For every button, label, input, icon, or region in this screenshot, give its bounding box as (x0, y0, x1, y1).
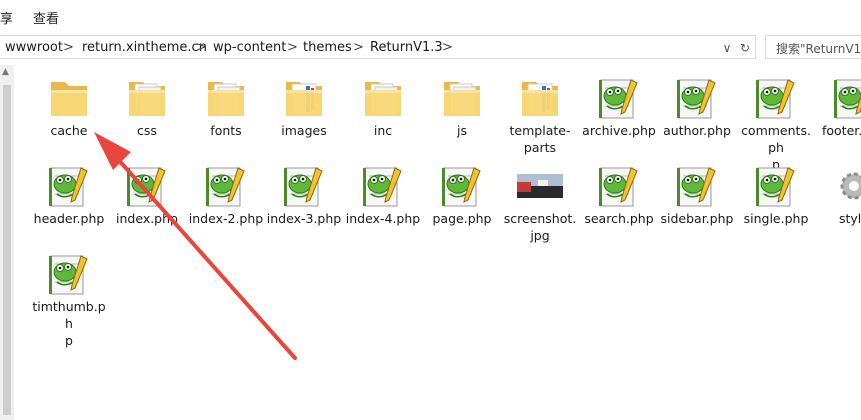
file-item-archive-php[interactable]: archive.php (581, 74, 657, 139)
file-name-label: sidebar.php (660, 211, 734, 226)
folder-icon (123, 74, 171, 122)
file-item-page-php[interactable]: page.php (424, 162, 500, 227)
file-item-comments-php[interactable]: comments.ph p (738, 74, 814, 173)
file-name-label: author.php (663, 123, 731, 138)
notepad-file-icon (830, 74, 861, 122)
folder-icon (438, 74, 486, 122)
notepad-file-icon (673, 74, 721, 122)
file-item-css[interactable]: css (109, 74, 185, 139)
file-name-label: search.php (584, 211, 654, 226)
file-name-label: template- parts (509, 123, 571, 155)
scrollbar-thumb[interactable] (3, 85, 11, 415)
address-bar[interactable]: wwwroot > return.xintheme.cn > wp-conten… (0, 35, 756, 59)
file-item-template-parts[interactable]: template- parts (502, 74, 578, 156)
breadcrumb-wwwroot[interactable]: wwwroot (5, 40, 63, 55)
file-name-label: cache (50, 123, 88, 138)
file-item-index-2-php[interactable]: index-2.php (188, 162, 264, 227)
notepad-file-icon (673, 162, 721, 210)
file-name-label: archive.php (582, 123, 656, 138)
file-name-label: footer.php (821, 123, 861, 138)
folder-icon (45, 74, 93, 122)
file-item-fonts[interactable]: fonts (188, 74, 264, 139)
file-name-label: css (137, 123, 157, 138)
notepad-file-icon (202, 162, 250, 210)
file-item-inc[interactable]: inc (345, 74, 421, 139)
file-name-label: timthumb.ph p (32, 299, 106, 348)
breadcrumb-separator[interactable]: > (442, 40, 453, 55)
notepad-file-icon (595, 74, 643, 122)
file-item-author-php[interactable]: author.php (659, 74, 735, 139)
folder-icon (516, 74, 564, 122)
file-item-search-php[interactable]: search.php (581, 162, 657, 227)
file-name-label: screenshot. jpg (503, 211, 577, 243)
file-name-label: index-4.php (345, 211, 421, 226)
file-name-label: index-2.php (188, 211, 264, 226)
file-name-label: page.php (432, 211, 492, 226)
search-input[interactable]: 搜索"ReturnV1.3" (765, 35, 861, 59)
breadcrumb-separator[interactable]: > (287, 40, 298, 55)
breadcrumb-separator[interactable]: > (353, 40, 364, 55)
notepad-file-icon (595, 162, 643, 210)
notepad-file-icon (45, 250, 93, 298)
file-name-label: fonts (210, 123, 242, 138)
search-placeholder: 搜索"ReturnV1.3" (776, 42, 861, 56)
settings-file-icon (830, 162, 861, 210)
file-item-sidebar-php[interactable]: sidebar.php (659, 162, 735, 227)
file-name-label: header.php (33, 211, 105, 226)
file-name-label: images (281, 123, 327, 138)
breadcrumb-domain[interactable]: return.xintheme.cn (82, 40, 207, 55)
nav-pane-scrollbar[interactable]: ▲ (0, 65, 14, 420)
breadcrumb-wp-content[interactable]: wp-content (213, 40, 286, 55)
breadcrumb-separator[interactable]: > (196, 40, 207, 55)
file-item-index-4-php[interactable]: index-4.php (345, 162, 421, 227)
file-name-label: style (839, 211, 861, 226)
file-name-label: inc (373, 123, 393, 138)
folder-icon (359, 74, 407, 122)
file-name-label: index.php (116, 211, 178, 226)
ribbon: 享 查看 (0, 0, 861, 33)
notepad-file-icon (752, 74, 800, 122)
file-item-screenshot-jpg[interactable]: screenshot. jpg (502, 162, 578, 244)
file-item-timthumb-php[interactable]: timthumb.ph p (31, 250, 107, 349)
file-name-label: js (457, 123, 467, 138)
file-item-style[interactable]: style (816, 162, 861, 227)
address-row: wwwroot > return.xintheme.cn > wp-conten… (0, 32, 861, 62)
file-item-js[interactable]: js (424, 74, 500, 139)
file-name-label: single.php (743, 211, 809, 226)
file-item-images[interactable]: images (266, 74, 342, 139)
notepad-file-icon (280, 162, 328, 210)
folder-icon (280, 74, 328, 122)
file-name-label: index-3.php (266, 211, 342, 226)
folder-icon (202, 74, 250, 122)
notepad-file-icon (359, 162, 407, 210)
file-item-index-php[interactable]: index.php (109, 162, 185, 227)
notepad-file-icon (752, 162, 800, 210)
breadcrumb-separator[interactable]: > (63, 40, 74, 55)
file-item-index-3-php[interactable]: index-3.php (266, 162, 342, 227)
notepad-file-icon (45, 162, 93, 210)
notepad-file-icon (123, 162, 171, 210)
notepad-file-icon (438, 162, 486, 210)
file-item-cache[interactable]: cache (31, 74, 107, 139)
scroll-up-icon[interactable]: ▲ (2, 67, 9, 77)
ribbon-tab-share[interactable]: 享 (0, 8, 13, 27)
file-item-footer-php[interactable]: footer.php (816, 74, 861, 139)
refresh-icon[interactable]: ↻ (736, 39, 754, 57)
file-item-header-php[interactable]: header.php (31, 162, 107, 227)
file-item-single-php[interactable]: single.php (738, 162, 814, 227)
breadcrumb-themes[interactable]: themes (303, 40, 352, 55)
image-thumbnail-icon (516, 162, 564, 210)
ribbon-tab-view[interactable]: 查看 (33, 8, 59, 27)
breadcrumb-returnv13[interactable]: ReturnV1.3 (370, 40, 443, 55)
address-dropdown-icon[interactable]: ∨ (718, 39, 736, 57)
